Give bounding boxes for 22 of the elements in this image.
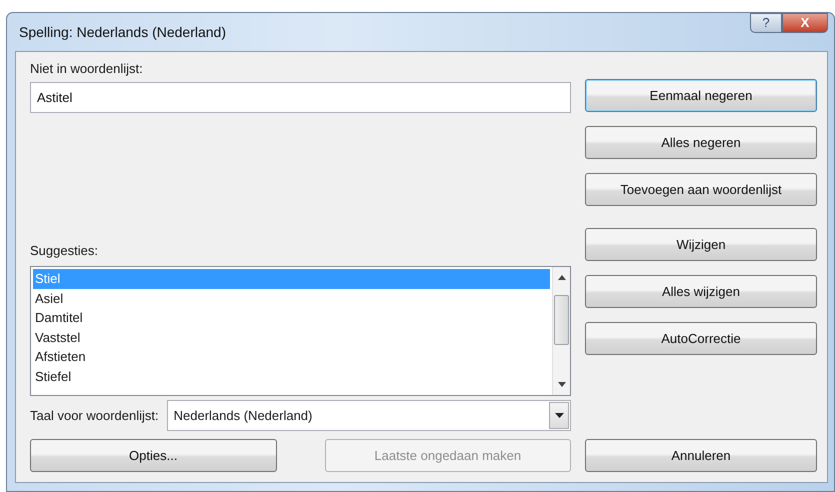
scrollbar[interactable] (552, 267, 570, 395)
push-button[interactable]: Eenmaal negeren (585, 79, 817, 112)
window-title: Spelling: Nederlands (Nederland) (18, 22, 226, 42)
push-button[interactable]: Opties... (30, 439, 276, 472)
push-button[interactable]: Alles wijzigen (585, 275, 817, 308)
text-field[interactable]: Astitel (30, 82, 571, 113)
field-label: Niet in woordenlijst: (30, 60, 144, 78)
push-button[interactable]: Annuleren (585, 439, 817, 472)
list-item[interactable]: Asiel (33, 288, 550, 308)
help-button[interactable]: ? (750, 13, 782, 33)
list-label: Suggesties: (30, 242, 99, 260)
list-item[interactable]: Damtitel (33, 308, 550, 328)
push-button[interactable]: Alles negeren (585, 126, 817, 159)
list-item[interactable]: Stiefel (33, 366, 550, 386)
push-button[interactable]: Toevoegen aan woordenlijst (585, 173, 817, 206)
field-label: Taal voor woordenlijst: (30, 406, 159, 424)
list-item[interactable]: Vaststel (33, 328, 550, 347)
push-button[interactable]: AutoCorrectie (585, 322, 817, 355)
language-dropdown[interactable]: Nederlands (Nederland) (166, 400, 571, 431)
dropdown-arrow-icon[interactable] (554, 413, 564, 418)
list-item[interactable]: Afstieten (33, 347, 550, 366)
push-button[interactable]: Wijzigen (585, 228, 817, 261)
